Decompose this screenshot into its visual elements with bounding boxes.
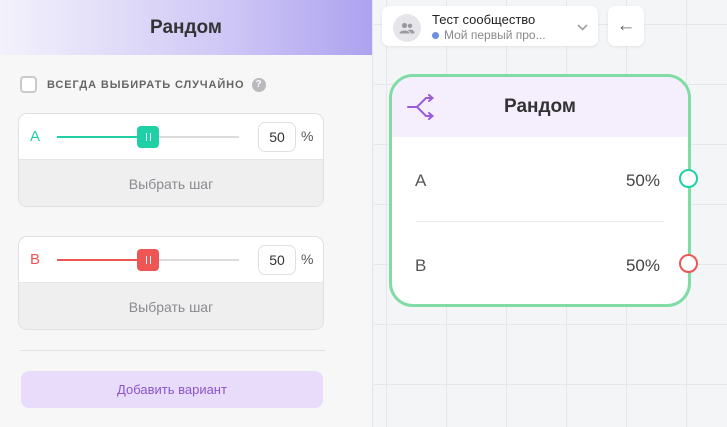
always-random-option[interactable]: ВСЕГДА ВЫБИРАТЬ СЛУЧАЙНО ? (20, 76, 266, 93)
variant-percent-input[interactable]: 50 (258, 122, 296, 152)
node-row-divider (416, 221, 664, 222)
node-row-percent: 50% (625, 171, 660, 190)
always-random-checkbox[interactable] (20, 76, 37, 93)
divider (20, 350, 325, 351)
help-icon[interactable]: ? (251, 77, 266, 92)
node-row-percent: 50% (625, 256, 660, 275)
output-port-b[interactable] (679, 254, 698, 273)
variant-letter: A (30, 128, 41, 145)
variant-letter: B (30, 251, 41, 268)
percent-sign: % (301, 251, 314, 267)
community-selector[interactable]: Тест сообщество Мой первый про... (382, 6, 598, 46)
arrow-left-icon: ← (616, 15, 636, 36)
back-button[interactable]: ← (608, 6, 644, 46)
node-row-letter: B (415, 256, 427, 275)
settings-panel: Рандом ВСЕГДА ВЫБИРАТЬ СЛУЧАЙНО ? A 50 %… (0, 0, 373, 427)
panel-title: Рандом (150, 16, 222, 38)
node-row-b: B 50% (392, 246, 688, 286)
variant-slider-track[interactable] (57, 126, 239, 148)
community-title: Тест сообщество (432, 12, 536, 27)
people-icon (393, 14, 421, 42)
node-title: Рандом (504, 96, 576, 117)
node-row-letter: A (415, 171, 427, 190)
select-step-button[interactable]: Выбрать шаг (19, 159, 323, 206)
variant-slider-fill (57, 259, 148, 261)
variant-slider-thumb[interactable] (137, 249, 159, 271)
panel-header: Рандом (0, 0, 372, 55)
add-variant-button[interactable]: Добавить вариант (21, 371, 323, 408)
variant-slider-thumb[interactable] (137, 126, 159, 148)
variant-percent-input[interactable]: 50 (258, 245, 296, 275)
node-header: Рандом (392, 77, 688, 137)
variant-slider-track[interactable] (57, 249, 239, 271)
node-row-a: A 50% (392, 161, 688, 201)
always-random-label: ВСЕГДА ВЫБИРАТЬ СЛУЧАЙНО (47, 78, 245, 91)
percent-sign: % (301, 128, 314, 144)
community-subtitle: Мой первый про... (432, 28, 546, 42)
status-dot (432, 31, 439, 39)
variant-slider-fill (57, 136, 148, 138)
random-node[interactable]: Рандом A 50% B 50% (389, 74, 691, 307)
select-step-button[interactable]: Выбрать шаг (19, 282, 323, 329)
chevron-down-icon (577, 19, 588, 34)
random-split-icon (406, 94, 436, 125)
variant-card-a: A 50 % Выбрать шаг (18, 113, 324, 207)
grip-icon (145, 133, 151, 141)
community-subtitle-text: Мой первый про... (444, 28, 546, 42)
grip-icon (145, 256, 151, 264)
output-port-a[interactable] (679, 169, 698, 188)
variant-card-b: B 50 % Выбрать шаг (18, 236, 324, 330)
